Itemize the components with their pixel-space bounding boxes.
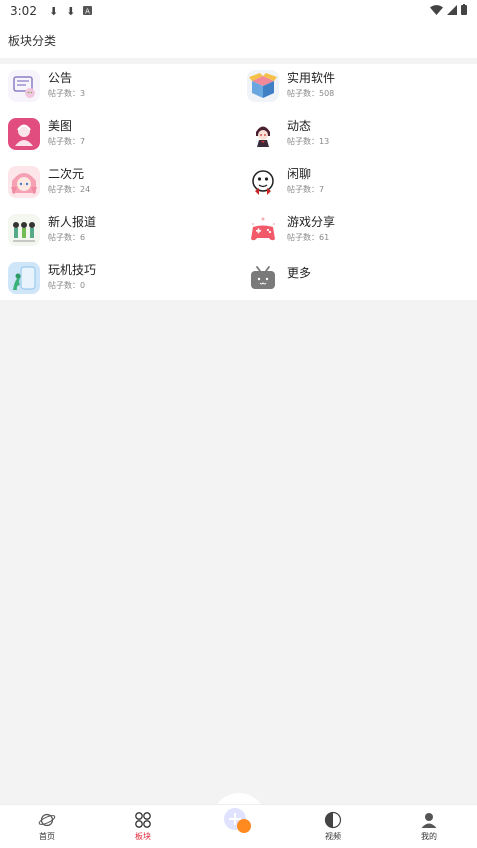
board-item-chat[interactable]: 闲聊 帖子数：7 [239,160,477,208]
gamepad-icon [247,214,279,246]
tab-video[interactable]: 视频 [303,811,363,842]
board-post-count: 帖子数：508 [287,89,335,98]
download-icon: ⬇ [66,4,76,18]
status-time: 3:02 [10,4,37,18]
board-name: 公告 [48,71,73,85]
wifi-icon [430,4,443,18]
tab-label: 我的 [421,832,437,841]
board-name: 玩机技巧 [48,263,97,277]
announcement-icon [8,70,40,102]
board-item-announcement[interactable]: 公告 帖子数：3 [0,64,238,112]
board-item-utility-software[interactable]: 实用软件 帖子数：508 [239,64,477,112]
tab-mine[interactable]: 我的 [399,811,459,842]
newcomers-icon [8,214,40,246]
page-header: 板块分类 [0,22,477,58]
board-item-newcomers[interactable]: 新人报道 帖子数：6 [0,208,238,256]
updates-icon [247,118,279,150]
board-item-anime[interactable]: 二次元 帖子数：24 [0,160,238,208]
board-name: 实用软件 [287,71,336,85]
profile-icon [421,813,437,828]
phone-tips-icon [8,262,40,294]
video-icon [324,811,342,829]
board-grid: 公告 帖子数：3 实用软件 帖子数：508 美图 帖子数：7 动态 帖子数：13… [0,64,477,300]
board-post-count: 帖子数：6 [48,233,86,242]
chat-icon [247,166,279,198]
tv-more-icon [247,262,279,294]
board-name: 美图 [48,119,73,133]
board-post-count: 帖子数：7 [48,137,86,146]
add-post-icon [224,808,251,833]
board-name: 动态 [287,119,312,133]
board-item-updates[interactable]: 动态 帖子数：13 [239,112,477,160]
board-name: 更多 [287,266,312,280]
board-post-count: 帖子数：61 [287,233,330,242]
tab-label: 首页 [39,832,55,841]
board-item-phone-tips[interactable]: 玩机技巧 帖子数：0 [0,256,238,304]
battery-icon [461,4,467,18]
svg-text:A: A [85,7,90,15]
app-notification-icon: A [83,5,93,18]
board-post-count: 帖子数：0 [48,281,86,290]
tab-label: 视频 [325,832,341,841]
anime-icon [8,166,40,198]
tab-label: 板块 [135,832,151,841]
board-post-count: 帖子数：13 [287,137,330,146]
box-icon [247,70,279,102]
page-title: 板块分类 [8,33,57,48]
board-name: 闲聊 [287,167,312,181]
board-item-game-sharing[interactable]: 游戏分享 帖子数：61 [239,208,477,256]
grid-blocks-icon [135,812,151,828]
beauty-pics-icon [8,118,40,150]
tab-home[interactable]: 首页 [17,811,77,842]
board-name: 新人报道 [48,215,97,229]
board-post-count: 帖子数：7 [287,185,325,194]
tab-boards[interactable]: 板块 [113,811,173,842]
status-bar: 3:02 ⬇ ⬇ A [0,0,477,22]
board-name: 二次元 [48,167,85,181]
board-post-count: 帖子数：3 [48,89,86,98]
post-button[interactable] [222,806,252,836]
board-post-count: 帖子数：24 [48,185,91,194]
planet-icon [38,813,56,827]
board-item-more[interactable]: 更多 [239,256,477,304]
board-item-beauty-pics[interactable]: 美图 帖子数：7 [0,112,238,160]
signal-icon [447,4,457,18]
download-icon: ⬇ [48,4,59,18]
board-name: 游戏分享 [287,215,336,229]
